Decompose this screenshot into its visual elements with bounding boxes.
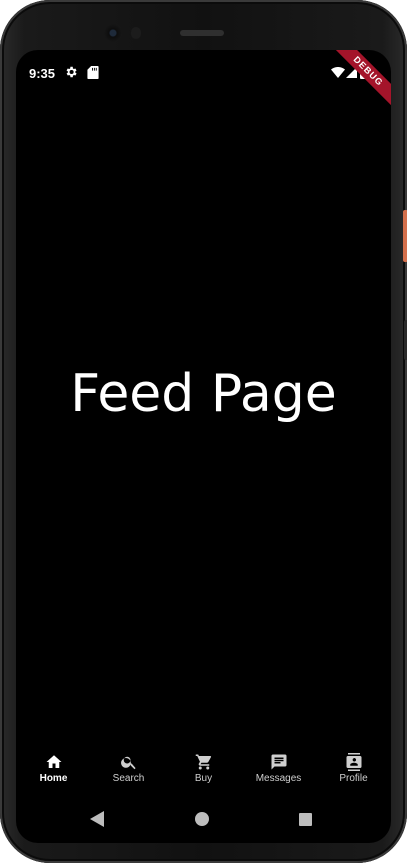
- back-icon[interactable]: [90, 811, 104, 827]
- nav-item-messages[interactable]: Messages: [241, 748, 316, 784]
- nav-label-home: Home: [39, 773, 68, 784]
- nav-item-profile[interactable]: Profile: [316, 748, 391, 784]
- app-screen: 9:35 DEBUG Feed Page Home Search Buy Mes…: [16, 50, 391, 843]
- earpiece-speaker: [180, 30, 224, 36]
- cart-icon: [195, 754, 211, 770]
- recents-icon[interactable]: [299, 813, 312, 826]
- bottom-navigation-bar: Home Search Buy Messages Profile: [16, 748, 391, 792]
- nav-label-search: Search: [112, 773, 145, 784]
- nav-item-home[interactable]: Home: [16, 748, 91, 784]
- contact-icon: [346, 753, 361, 771]
- nav-label-buy: Buy: [194, 773, 213, 784]
- search-icon: [120, 756, 136, 770]
- front-camera: [104, 24, 122, 42]
- power-button: [403, 210, 407, 262]
- status-time: 9:35: [29, 66, 56, 81]
- nav-item-buy[interactable]: Buy: [166, 748, 241, 784]
- nav-item-search[interactable]: Search: [91, 748, 166, 784]
- sensor: [131, 27, 141, 39]
- wifi-icon: [331, 67, 345, 78]
- phone-frame: 9:35 DEBUG Feed Page Home Search Buy Mes…: [0, 0, 407, 863]
- sd-card-icon: [87, 66, 99, 79]
- status-bar: 9:35 DEBUG: [16, 50, 391, 116]
- nav-label-messages: Messages: [255, 773, 302, 784]
- home-circle-icon[interactable]: [195, 812, 209, 826]
- gear-icon: [66, 66, 77, 78]
- page-title: Feed Page: [70, 364, 337, 424]
- system-navigation-bar: [16, 808, 391, 828]
- home-icon: [46, 755, 61, 768]
- message-icon: [271, 754, 286, 770]
- nav-label-profile: Profile: [339, 773, 368, 784]
- debug-banner: DEBUG: [323, 50, 391, 116]
